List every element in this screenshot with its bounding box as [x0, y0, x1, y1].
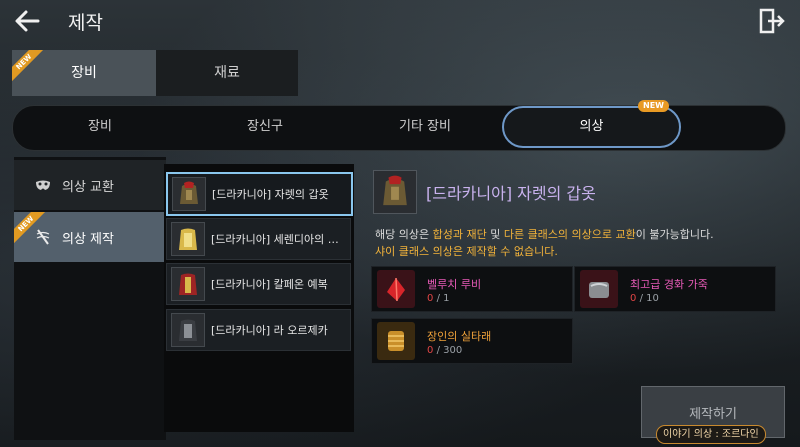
armor-icon	[373, 170, 417, 214]
item-name: [드라카니아] 칼페온 예복	[211, 278, 328, 291]
item-title: [드라카니아] 자렛의 갑옷	[426, 184, 596, 203]
new-badge: NEW	[638, 100, 669, 112]
material-slot[interactable]: 장인의 실타래 0 / 300	[371, 318, 573, 364]
material-slot[interactable]: 벨루치 루비 0 / 1	[371, 266, 573, 312]
armor-icon	[171, 313, 205, 347]
material-name: 벨루치 루비	[427, 278, 482, 291]
craft-button-label: 제작하기	[689, 407, 737, 422]
subtab-other-equipment[interactable]: 기타 장비	[345, 105, 505, 149]
desc-text: 및	[486, 228, 504, 241]
list-item[interactable]: [드라카니아] 자렛의 갑옷	[166, 172, 353, 216]
desc-highlight: 다른 클래스의 의상으로 교환	[503, 228, 636, 241]
category-costume-exchange[interactable]: 의상 교환	[14, 160, 166, 210]
desc-text: 해당 의상은	[375, 228, 433, 241]
subtab-costume[interactable]: 의상	[502, 106, 681, 148]
tab-label: 장비	[71, 65, 97, 81]
item-name: [드라카니아] 라 오르제카	[211, 324, 328, 337]
new-badge: NEW	[12, 50, 46, 84]
exit-door-icon[interactable]	[756, 6, 786, 36]
armor-icon	[171, 267, 205, 301]
story-costume-tag: 이야기 의상 : 조르다인	[656, 425, 766, 444]
item-name: [드라카니아] 세렌디아의 의상	[211, 233, 345, 246]
list-item[interactable]: [드라카니아] 세렌디아의 의상	[166, 218, 351, 260]
material-quantity: 0 / 1	[427, 293, 450, 304]
list-item[interactable]: [드라카니아] 칼페온 예복	[166, 263, 351, 305]
material-name: 장인의 실타래	[427, 330, 492, 343]
list-item[interactable]: [드라카니아] 라 오르제카	[166, 309, 351, 351]
material-slot[interactable]: 최고급 경화 가죽 0 / 10	[574, 266, 776, 312]
back-arrow-icon[interactable]	[12, 6, 48, 36]
subtab-equipment[interactable]: 장비	[20, 105, 180, 149]
tab-materials[interactable]: 재료	[156, 50, 298, 96]
desc-text: 이 불가능합니다.	[635, 228, 714, 241]
category-label: 의상 교환	[62, 180, 114, 195]
subtab-accessories[interactable]: 장신구	[185, 105, 345, 149]
tab-equipment[interactable]: NEW 장비	[12, 50, 156, 96]
item-name: [드라카니아] 자렛의 갑옷	[212, 188, 329, 201]
category-costume-craft[interactable]: NEW 의상 제작	[14, 212, 166, 262]
mask-icon	[34, 176, 52, 194]
armor-icon	[171, 222, 205, 256]
item-warning: 샤이 클래스 의상은 제작할 수 없습니다.	[375, 245, 558, 258]
leather-icon	[580, 270, 618, 308]
page-title: 제작	[68, 12, 103, 34]
thread-spool-icon	[377, 322, 415, 360]
material-quantity: 0 / 10	[630, 293, 659, 304]
desc-highlight: 합성과 재단	[432, 228, 487, 241]
material-name: 최고급 경화 가죽	[630, 278, 708, 291]
item-description: 해당 의상은 합성과 재단 및 다른 클래스의 의상으로 교환이 불가능합니다.	[375, 226, 714, 242]
armor-icon	[172, 177, 206, 211]
subtab-label: 의상	[579, 119, 604, 134]
needle-thread-icon	[34, 228, 52, 246]
material-quantity: 0 / 300	[427, 345, 463, 356]
category-label: 의상 제작	[62, 232, 114, 247]
ruby-icon	[377, 270, 415, 308]
tab-label: 재료	[214, 65, 240, 81]
